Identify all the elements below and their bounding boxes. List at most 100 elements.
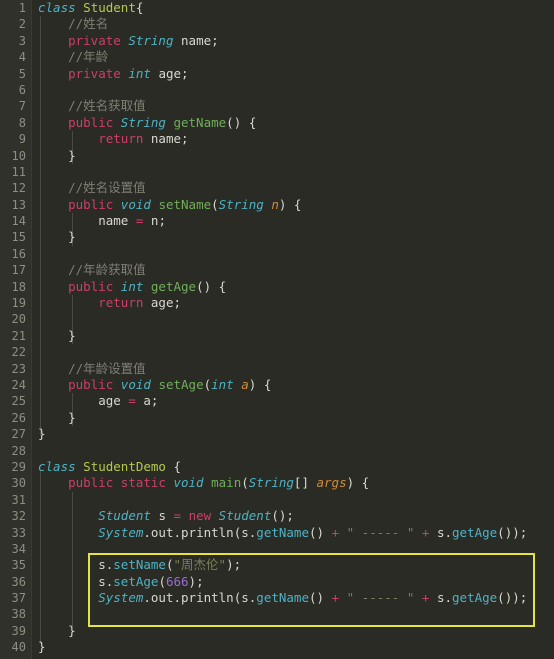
code-line[interactable]: name = n; [32,213,554,229]
code-line[interactable]: //年龄获取值 [32,262,554,278]
code-line[interactable]: s.setName("周杰伦"); [32,557,554,573]
code-line[interactable] [32,82,554,98]
code-line[interactable]: private String name; [32,33,554,49]
code-line[interactable] [32,443,554,459]
code-line[interactable]: //姓名设置值 [32,180,554,196]
line-number-gutter[interactable]: 1 2 3 4 5 6 7 8 9 10 11 12 13 14 15 16 17 18 19 20 21 22 23 24 2… [0,0,31,659]
code-line[interactable]: private int age; [32,66,554,82]
code-line[interactable]: //年龄 [32,49,554,65]
code-token: args [316,475,347,491]
code-token: } [38,327,76,343]
code-line[interactable]: } [32,410,554,426]
code-line[interactable]: public int getAge() { [32,279,554,295]
line-number[interactable]: 21 [0,328,31,344]
code-line[interactable]: //姓名获取值 [32,98,554,114]
code-token: () [308,524,332,540]
line-number[interactable]: 40 [0,639,31,655]
line-number[interactable]: 31 [0,492,31,508]
line-number[interactable]: 13 [0,197,31,213]
code-token: n [271,196,279,212]
line-number[interactable]: 14 [0,213,31,229]
line-number[interactable]: 3 [0,33,31,49]
line-number[interactable]: 30 [0,475,31,491]
code-line[interactable]: public static void main(String[] args) { [32,475,554,491]
line-number[interactable]: 22 [0,344,31,360]
line-number[interactable]: 2 [0,16,31,32]
line-number[interactable]: 17 [0,262,31,278]
code-content[interactable]: class Student{ //姓名 private String name;… [32,0,554,659]
code-line[interactable]: public void setName(String n) { [32,197,554,213]
line-number[interactable]: 39 [0,623,31,639]
line-number[interactable]: 19 [0,295,31,311]
code-line[interactable] [32,311,554,327]
code-token: new [188,508,212,524]
code-line[interactable]: } [32,148,554,164]
line-number[interactable]: 33 [0,525,31,541]
code-line[interactable]: //姓名 [32,16,554,32]
line-number[interactable]: 12 [0,180,31,196]
code-line[interactable] [32,606,554,622]
line-number[interactable]: 26 [0,410,31,426]
code-line[interactable] [32,541,554,557]
line-number[interactable]: 24 [0,377,31,393]
code-line[interactable]: class StudentDemo { [32,459,554,475]
code-line[interactable]: //年龄设置值 [32,361,554,377]
line-number[interactable]: 20 [0,311,31,327]
code-token: ; [173,295,182,311]
code-line[interactable] [32,344,554,360]
code-line[interactable]: } [32,639,554,655]
code-line[interactable]: class Student{ [32,0,554,16]
code-line[interactable]: public String getName() { [32,115,554,131]
code-line[interactable] [32,492,554,508]
code-line[interactable]: public void setAge(int a) { [32,377,554,393]
code-line[interactable]: } [32,426,554,442]
code-token: = [128,393,136,409]
line-number[interactable]: 36 [0,574,31,590]
line-number[interactable]: 28 [0,443,31,459]
line-number[interactable]: 34 [0,541,31,557]
line-number[interactable]: 18 [0,279,31,295]
code-line[interactable]: age = a; [32,393,554,409]
line-number[interactable]: 4 [0,49,31,65]
line-number[interactable]: 1 [0,0,31,16]
code-line[interactable]: System.out.println(s.getName() + " -----… [32,590,554,606]
code-line[interactable] [32,246,554,262]
code-line[interactable]: return age; [32,295,554,311]
code-token: getName [256,590,309,606]
line-number[interactable]: 5 [0,66,31,82]
code-line[interactable] [32,164,554,180]
line-number[interactable]: 38 [0,606,31,622]
line-number[interactable]: 27 [0,426,31,442]
line-number[interactable]: 32 [0,508,31,524]
line-number[interactable]: 16 [0,246,31,262]
line-number[interactable]: 25 [0,393,31,409]
code-line[interactable]: Student s = new Student(); [32,508,554,524]
code-line[interactable]: System.out.println(s.getName() + " -----… [32,525,554,541]
code-line[interactable]: } [32,328,554,344]
line-number[interactable]: 6 [0,82,31,98]
line-number[interactable]: 35 [0,557,31,573]
line-number[interactable]: 29 [0,459,31,475]
line-number[interactable]: 9 [0,131,31,147]
code-token: s [241,590,249,606]
code-editor[interactable]: 1 2 3 4 5 6 7 8 9 10 11 12 13 14 15 16 17 18 19 20 21 22 23 24 2… [0,0,554,659]
code-line[interactable]: } [32,229,554,245]
code-line[interactable]: } [32,623,554,639]
code-line[interactable]: s.setAge(666); [32,574,554,590]
line-number[interactable]: 7 [0,98,31,114]
line-number[interactable]: 11 [0,164,31,180]
code-line[interactable]: return name; [32,131,554,147]
line-number[interactable]: 10 [0,148,31,164]
line-number[interactable]: 23 [0,361,31,377]
line-number[interactable]: 15 [0,229,31,245]
line-number[interactable]: 37 [0,590,31,606]
line-number[interactable]: 8 [0,115,31,131]
